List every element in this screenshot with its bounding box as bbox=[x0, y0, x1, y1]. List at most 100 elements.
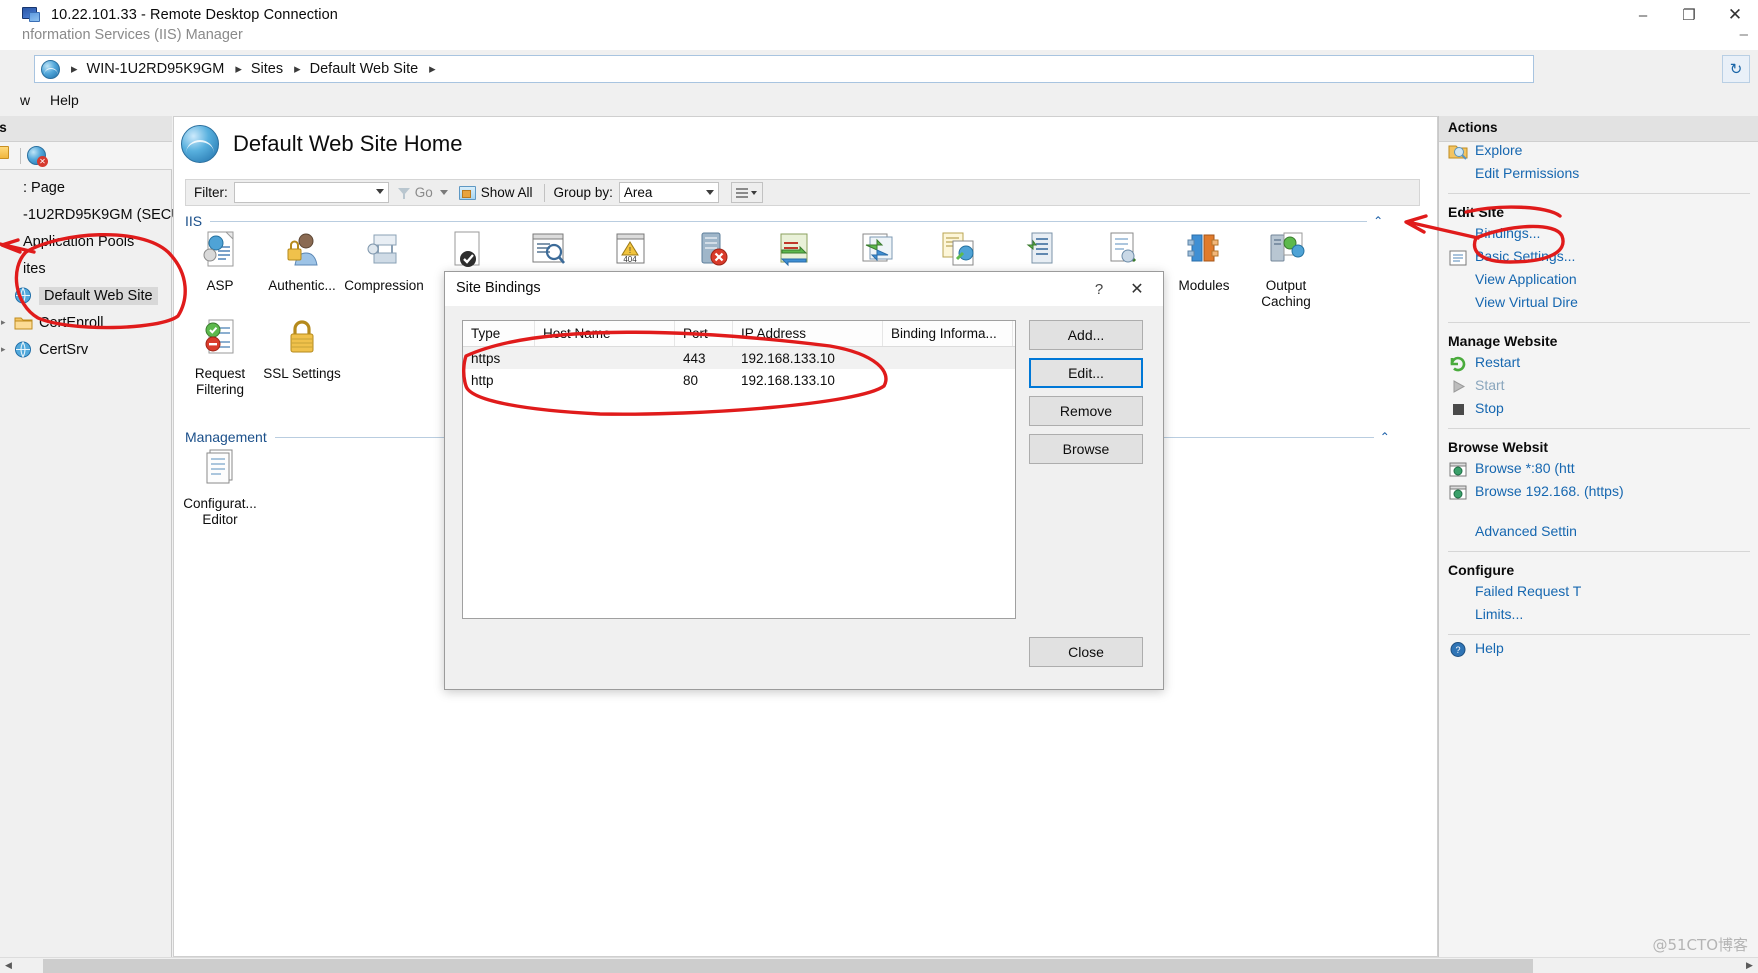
remove-button[interactable]: Remove bbox=[1029, 396, 1143, 426]
action-item-view-virtual-dire[interactable]: View Virtual Dire bbox=[1439, 294, 1758, 317]
iis-caption-bar: nformation Services (IIS) Manager – bbox=[0, 22, 1758, 50]
action-item-explore[interactable]: Explore bbox=[1439, 142, 1758, 165]
action-item-advanced-settin[interactable]: Advanced Settin bbox=[1439, 523, 1758, 546]
address-bar-row: ▸ WIN-1U2RD95K9GM ▸ Sites ▸ Default Web … bbox=[0, 50, 1758, 88]
action-item-bindings[interactable]: Bindings... bbox=[1439, 225, 1758, 248]
feature-output-caching[interactable]: Output Caching bbox=[1242, 229, 1330, 310]
close-icon[interactable]: ✕ bbox=[1125, 278, 1149, 300]
action-item-basic-settings[interactable]: Basic Settings... bbox=[1439, 248, 1758, 271]
close-button[interactable]: Close bbox=[1029, 637, 1143, 667]
tree-expander-icon[interactable]: ▸ bbox=[1, 317, 14, 328]
show-all-icon bbox=[458, 185, 476, 200]
scrollbar-thumb[interactable] bbox=[43, 958, 1533, 973]
folder-icon[interactable] bbox=[0, 145, 14, 166]
actions-pane: Actions Explore Edit Permissions Edit Site… bbox=[1438, 116, 1758, 957]
breadcrumb-item-sites[interactable]: Sites bbox=[251, 61, 283, 77]
menu-item-help[interactable]: Help bbox=[50, 92, 79, 108]
action-item-limits[interactable]: Limits... bbox=[1439, 606, 1758, 629]
disconnect-server-icon[interactable]: ✕ bbox=[27, 146, 48, 167]
request-filtering-icon bbox=[198, 317, 242, 361]
table-row[interactable]: http 80 192.168.133.10 bbox=[463, 369, 1015, 391]
tree-item[interactable]: ites bbox=[0, 255, 172, 282]
action-item-help[interactable]: ? Help bbox=[1439, 640, 1758, 663]
feature-compression[interactable]: Compression bbox=[340, 229, 428, 294]
mime-types-icon bbox=[1100, 229, 1144, 273]
edit-button[interactable]: Edit... bbox=[1029, 358, 1143, 388]
action-item-failed-request-t[interactable]: Failed Request T bbox=[1439, 583, 1758, 606]
column-header-port[interactable]: Port bbox=[675, 321, 733, 346]
action-item-browse-80-htt[interactable]: Browse *:80 (htt bbox=[1439, 460, 1758, 483]
feature-modules[interactable]: Modules bbox=[1160, 229, 1248, 294]
tree-item[interactable]: ▸ CertEnroll bbox=[0, 309, 172, 336]
action-item-view-application[interactable]: View Application bbox=[1439, 271, 1758, 294]
tree-item[interactable]: : Page bbox=[0, 174, 172, 201]
scroll-left-icon[interactable]: ◀ bbox=[0, 958, 17, 973]
breadcrumb[interactable]: ▸ WIN-1U2RD95K9GM ▸ Sites ▸ Default Web … bbox=[34, 55, 1534, 83]
collapse-management-icon[interactable]: ⌃ bbox=[1380, 430, 1390, 444]
tree-item[interactable]: Application Pools bbox=[0, 228, 172, 255]
action-label: Configure bbox=[1448, 562, 1515, 578]
tree-item-label: : Page bbox=[23, 179, 65, 196]
breadcrumb-separator-3: ▸ bbox=[429, 61, 436, 76]
scroll-right-icon[interactable]: ▶ bbox=[1741, 958, 1758, 973]
chevron-down-icon[interactable] bbox=[439, 190, 448, 195]
tree-icon-placeholder bbox=[0, 179, 17, 196]
action-label: Advanced Settin bbox=[1475, 523, 1577, 539]
go-button[interactable]: Go bbox=[397, 185, 448, 200]
filter-toolbar: Filter: Go Show All Group by: Area bbox=[185, 179, 1420, 206]
site-bindings-dialog: Site Bindings ? ✕ Type Host Name Port IP… bbox=[444, 271, 1164, 690]
tree-item-label: CertSrv bbox=[39, 341, 89, 358]
table-row[interactable]: https 443 192.168.133.10 bbox=[463, 347, 1015, 369]
collapse-iis-icon[interactable]: ⌃ bbox=[1373, 214, 1383, 228]
scrollbar-track[interactable] bbox=[17, 957, 1741, 973]
connections-toolbar: ✕ bbox=[0, 142, 172, 170]
feature-asp[interactable]: ASP bbox=[176, 229, 264, 294]
show-all-button[interactable]: Show All bbox=[458, 185, 533, 200]
group-by-select[interactable]: Area bbox=[618, 182, 719, 203]
help-button[interactable]: ? bbox=[1087, 278, 1111, 300]
feature-ssl-settings[interactable]: SSL Settings bbox=[258, 317, 346, 382]
feature-configuration-editor[interactable]: Configurat... Editor bbox=[176, 447, 264, 528]
browse-button[interactable]: Browse bbox=[1029, 434, 1143, 464]
action-label: Explore bbox=[1475, 142, 1523, 158]
cell-ip: 192.168.133.10 bbox=[741, 350, 835, 366]
filter-input[interactable] bbox=[233, 182, 389, 203]
breadcrumb-item-server[interactable]: WIN-1U2RD95K9GM bbox=[87, 61, 225, 77]
tree-item[interactable]: -1U2RD95K9GM (SECURIT bbox=[0, 201, 205, 228]
bindings-list-view[interactable]: Type Host Name Port IP Address Binding I… bbox=[462, 320, 1016, 619]
breadcrumb-item-default-web-site[interactable]: Default Web Site bbox=[310, 61, 419, 77]
action-item-restart[interactable]: Restart bbox=[1439, 354, 1758, 377]
authentication-icon bbox=[280, 229, 324, 273]
feature-label: Authentic... bbox=[268, 278, 336, 293]
group-by-value: Area bbox=[623, 185, 653, 200]
action-item-start[interactable]: Start bbox=[1439, 377, 1758, 400]
tree-item[interactable]: Default Web Site bbox=[0, 282, 172, 309]
column-header-host-name[interactable]: Host Name bbox=[535, 321, 675, 346]
actions-section-edit-site: Edit Site bbox=[1439, 199, 1758, 225]
feature-request-filtering[interactable]: Request Filtering bbox=[176, 317, 264, 398]
action-label: Basic Settings... bbox=[1475, 248, 1576, 264]
directory-browsing-icon bbox=[526, 229, 570, 273]
action-label: Browse 192.168. (https) bbox=[1475, 483, 1624, 499]
action-item-stop[interactable]: Stop bbox=[1439, 400, 1758, 423]
action-label: View Virtual Dire bbox=[1475, 294, 1578, 310]
tree-item[interactable]: ▸ CertSrv bbox=[0, 336, 172, 363]
add-button[interactable]: Add... bbox=[1029, 320, 1143, 350]
menu-item-view[interactable]: w bbox=[20, 92, 30, 108]
view-mode-button[interactable] bbox=[730, 182, 763, 203]
modules-icon bbox=[1182, 229, 1226, 273]
column-header-ip-address[interactable]: IP Address bbox=[733, 321, 883, 346]
column-header-type[interactable]: Type bbox=[463, 321, 535, 346]
action-item-edit-permissions[interactable]: Edit Permissions bbox=[1439, 165, 1758, 188]
column-header-binding-information[interactable]: Binding Informa... bbox=[883, 321, 1013, 346]
compression-icon bbox=[362, 229, 406, 273]
tree-expander-icon[interactable]: ▸ bbox=[1, 344, 14, 355]
http-response-headers-icon bbox=[936, 229, 980, 273]
action-item-browse-192-168-https[interactable]: Browse 192.168. (https) bbox=[1439, 483, 1758, 523]
tree-item-label: Application Pools bbox=[23, 233, 135, 250]
feature-authentication[interactable]: Authentic... bbox=[258, 229, 346, 294]
refresh-icon[interactable]: ↻ bbox=[1722, 55, 1750, 83]
iis-minimize-button[interactable]: – bbox=[1740, 26, 1748, 43]
svg-text:?: ? bbox=[1455, 645, 1460, 655]
horizontal-scrollbar[interactable]: ◀ ▶ bbox=[0, 957, 1758, 973]
